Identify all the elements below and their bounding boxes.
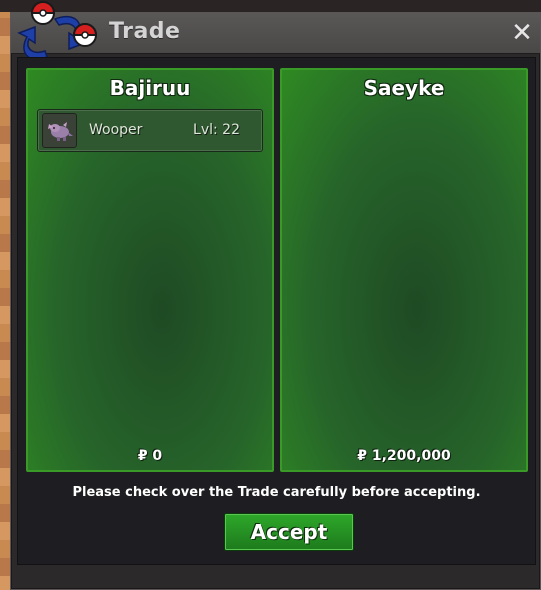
- right-trade-panel: Saeyke ₽ 1,200,000: [280, 68, 528, 472]
- trade-window: Trade ✕ Bajiruu Wooper Lvl: 22 ₽ 0 Saeyk…: [10, 1, 541, 590]
- left-trader-name: Bajiruu: [109, 76, 191, 100]
- left-money: ₽ 0: [137, 448, 163, 464]
- accept-button[interactable]: Accept: [224, 513, 354, 551]
- trade-notice: Please check over the Trade carefully be…: [72, 485, 481, 500]
- item-name: Wooper: [89, 122, 143, 138]
- item-level: Lvl: 22: [193, 122, 240, 138]
- window-title: Trade: [109, 19, 181, 44]
- trade-content: Bajiruu Wooper Lvl: 22 ₽ 0 Saeyke ₽ 1,20…: [17, 57, 536, 565]
- left-trade-panel: Bajiruu Wooper Lvl: 22 ₽ 0: [26, 68, 274, 472]
- right-money: ₽ 1,200,000: [357, 448, 451, 464]
- close-button[interactable]: ✕: [508, 19, 536, 47]
- right-trader-name: Saeyke: [363, 76, 445, 100]
- wooper-sprite-icon: [42, 113, 77, 148]
- trade-item[interactable]: Wooper Lvl: 22: [37, 109, 263, 152]
